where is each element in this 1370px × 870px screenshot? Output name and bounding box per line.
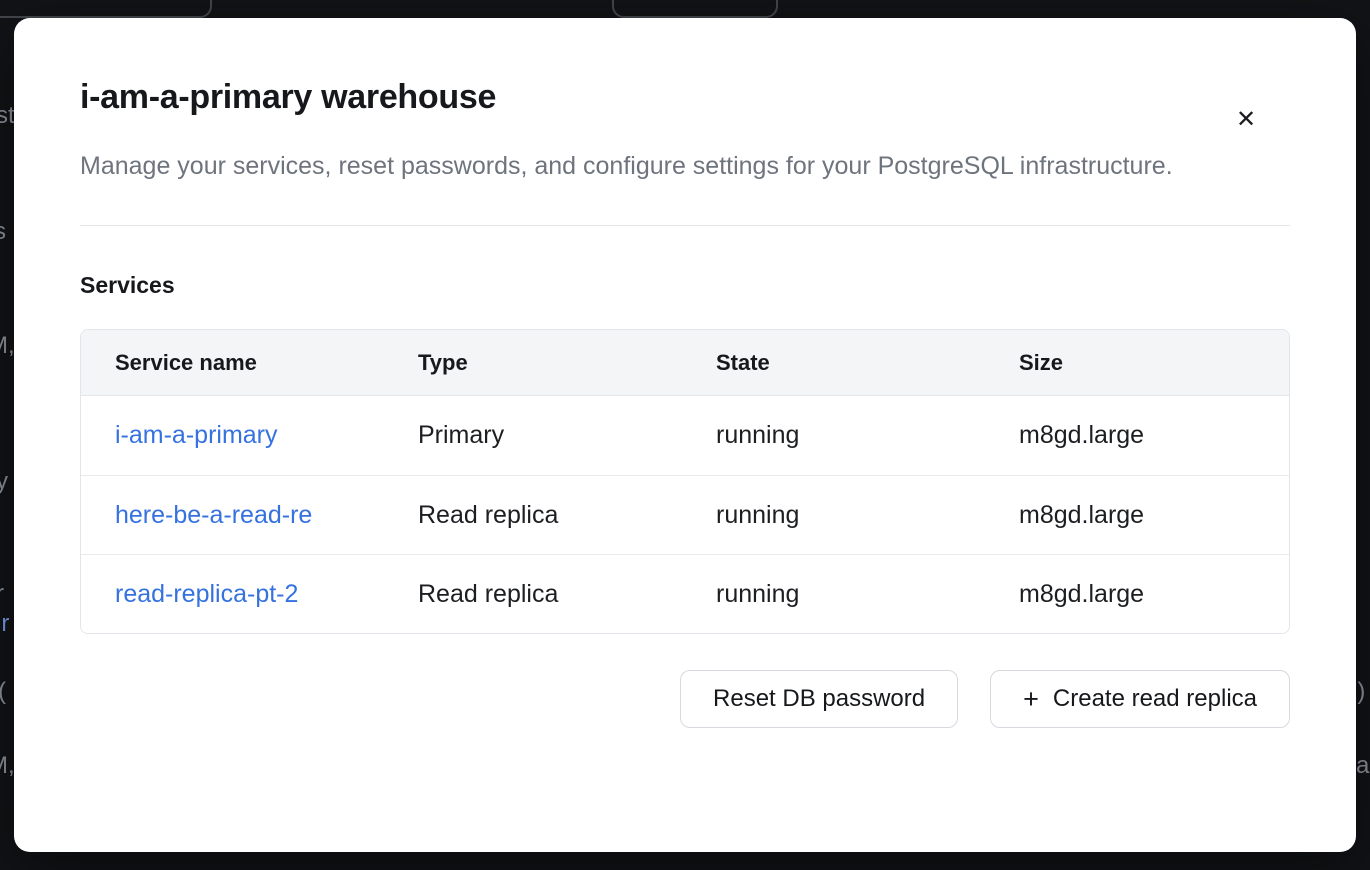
background-fragment: M, [0, 752, 15, 780]
reset-db-password-button[interactable]: Reset DB password [680, 670, 958, 728]
table-row: i-am-a-primary Primary running m8gd.larg… [81, 396, 1289, 475]
warehouse-dialog: i-am-a-primary warehouse ✕ Manage your s… [14, 18, 1356, 852]
service-type: Primary [418, 421, 716, 450]
column-header-type: Type [418, 350, 716, 376]
background-button-outline [0, 0, 212, 18]
background-fragment: st [0, 102, 15, 130]
service-link[interactable]: i-am-a-primary [115, 421, 278, 449]
page-title: i-am-a-primary warehouse [80, 78, 1290, 117]
background-fragment: y [0, 468, 8, 496]
column-header-size: Size [1019, 350, 1289, 376]
service-state: running [716, 421, 1019, 450]
service-size: m8gd.large [1019, 421, 1289, 450]
close-icon[interactable]: ✕ [1228, 102, 1264, 138]
column-header-service-name: Service name [81, 350, 418, 376]
service-size: m8gd.large [1019, 501, 1289, 530]
dialog-description: Manage your services, reset passwords, a… [80, 145, 1200, 187]
column-header-state: State [716, 350, 1019, 376]
background-button-outline [612, 0, 778, 18]
plus-icon: + [1023, 686, 1039, 713]
service-state: running [716, 501, 1019, 530]
background-fragment: s [0, 218, 6, 246]
table-row: read-replica-pt-2 Read replica running m… [81, 554, 1289, 633]
background-fragment: ir [0, 610, 9, 638]
service-type: Read replica [418, 501, 716, 530]
background-fragment: ( [0, 678, 6, 706]
divider [80, 225, 1290, 226]
service-link[interactable]: read-replica-pt-2 [115, 580, 298, 608]
service-state: running [716, 580, 1019, 609]
services-table: Service name Type State Size i-am-a-prim… [80, 329, 1290, 634]
service-size: m8gd.large [1019, 580, 1289, 609]
background-fragment: M, [0, 332, 15, 360]
table-header-row: Service name Type State Size [81, 330, 1289, 396]
service-type: Read replica [418, 580, 716, 609]
service-link[interactable]: here-be-a-read-re [115, 501, 312, 529]
reset-db-password-label: Reset DB password [713, 685, 925, 713]
create-read-replica-button[interactable]: + Create read replica [990, 670, 1290, 728]
table-row: here-be-a-read-re Read replica running m… [81, 475, 1289, 554]
background-fragment: r [0, 580, 4, 608]
create-read-replica-label: Create read replica [1053, 685, 1257, 713]
services-heading: Services [80, 272, 1290, 299]
dialog-actions: Reset DB password + Create read replica [80, 670, 1290, 728]
